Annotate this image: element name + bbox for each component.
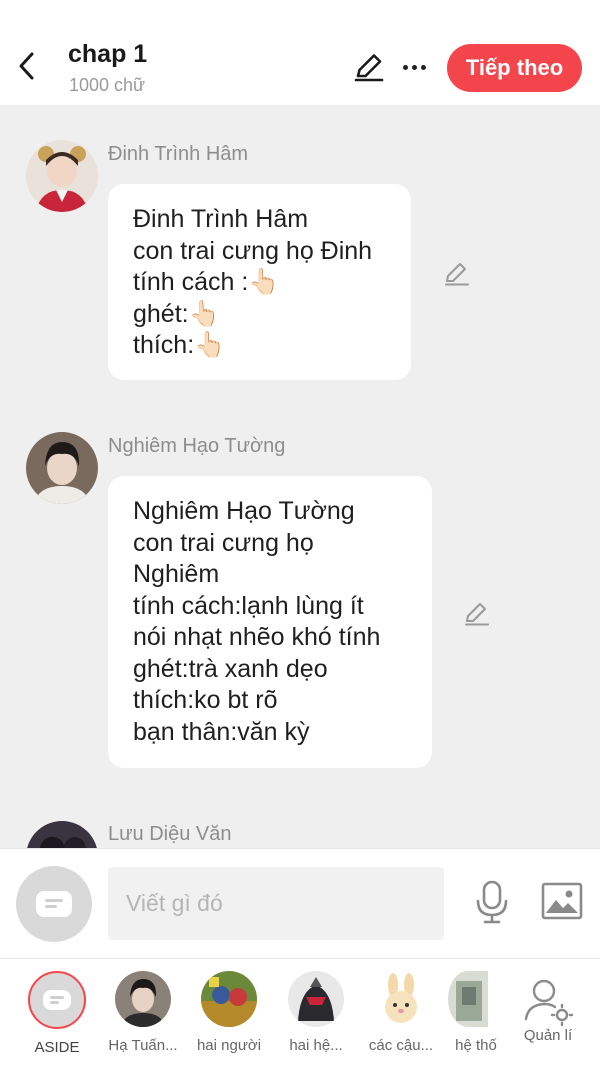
dot <box>411 64 417 70</box>
word-count: 1000 chữ <box>69 75 146 95</box>
avatar[interactable] <box>26 432 98 504</box>
character-label: Hạ Tuấn... <box>108 1037 178 1054</box>
voice-button[interactable] <box>474 879 510 925</box>
character-label: hai người <box>196 1037 262 1054</box>
character-item[interactable]: hai người <box>187 971 271 1054</box>
chat-area[interactable]: Đinh Trình Hâm Đinh Trình Hâm con trai c… <box>0 105 600 848</box>
sender-name: Đinh Trình Hâm <box>108 143 249 165</box>
message-bubble[interactable]: Đinh Trình Hâm con trai cưng họ Đinh tín… <box>108 184 411 380</box>
chat-bubble-icon <box>43 990 71 1010</box>
character-label: ASIDE <box>34 1039 80 1056</box>
character-label: Quản lí <box>523 1027 573 1044</box>
microphone-icon <box>476 880 508 924</box>
composer-bar <box>0 848 600 958</box>
character-aside[interactable]: ASIDE <box>15 971 99 1056</box>
more-options-button[interactable] <box>398 50 430 84</box>
avatar-image <box>26 140 98 212</box>
avatar <box>448 971 488 1027</box>
avatar-image <box>26 821 98 848</box>
edit-message-button[interactable] <box>443 259 471 287</box>
edit-message-button[interactable] <box>463 599 491 627</box>
pencil-icon <box>445 263 469 286</box>
back-button[interactable] <box>12 48 42 84</box>
message-bubble[interactable]: Nghiêm Hạo Tường con trai cưng họ Nghiêm… <box>108 476 432 768</box>
aside-avatar <box>28 971 86 1029</box>
image-button[interactable] <box>541 882 583 920</box>
chevron-left-icon <box>19 52 34 80</box>
character-label: hệ thố <box>455 1037 497 1054</box>
character-item[interactable]: Hạ Tuấn... <box>101 971 185 1054</box>
chapter-title: chap 1 <box>68 40 148 68</box>
aside-button[interactable] <box>16 866 92 942</box>
next-button[interactable]: Tiếp theo <box>447 44 582 92</box>
avatar <box>201 971 257 1027</box>
chat-bubble-icon <box>36 891 72 917</box>
dot <box>402 64 408 70</box>
sender-name: Nghiêm Hạo Tường <box>108 435 286 457</box>
character-item[interactable]: hai hệ... <box>274 971 358 1054</box>
manage-button[interactable]: Quản lí <box>506 971 590 1044</box>
dot <box>420 64 426 70</box>
avatar <box>288 971 344 1027</box>
top-bar: chap 1 1000 chữ Tiếp theo <box>0 0 600 105</box>
edit-title-button[interactable] <box>352 50 386 84</box>
user-settings-icon <box>524 979 574 1027</box>
pencil-icon <box>465 603 489 626</box>
character-item[interactable]: các cậu... <box>359 971 443 1054</box>
avatar <box>373 971 429 1027</box>
avatar-image <box>26 432 98 504</box>
character-bar: ASIDE Hạ Tuấn... hai người hai hệ... các… <box>0 958 600 1067</box>
character-label: hai hệ... <box>289 1037 343 1054</box>
avatar[interactable] <box>26 140 98 212</box>
image-icon <box>541 882 583 920</box>
pencil-icon <box>354 54 384 82</box>
character-label: các cậu... <box>368 1037 434 1054</box>
avatar[interactable] <box>26 821 98 848</box>
sender-name: Lưu Diệu Văn <box>108 823 232 845</box>
message-input[interactable] <box>108 867 444 940</box>
avatar <box>115 971 171 1027</box>
